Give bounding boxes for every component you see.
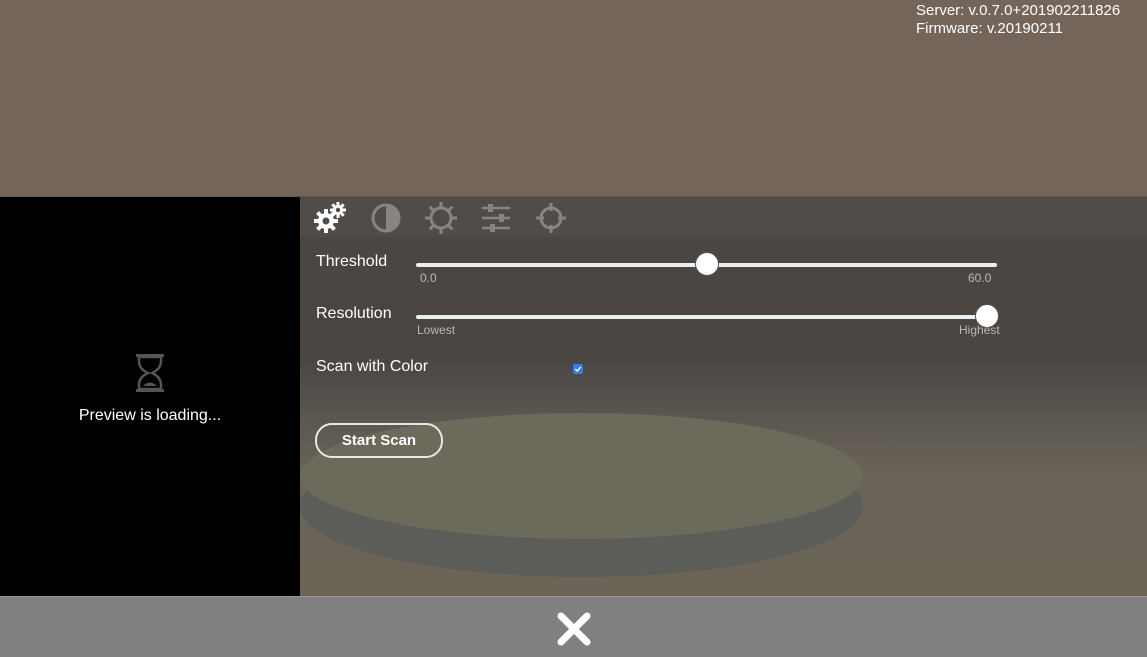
resolution-slider[interactable] <box>416 304 999 328</box>
scan-color-checkbox[interactable] <box>573 364 583 374</box>
threshold-label: Threshold <box>316 253 388 270</box>
firmware-version: Firmware: v.20190211 <box>916 20 1064 37</box>
close-icon[interactable] <box>556 611 592 647</box>
scan-color-label: Scan with Color <box>316 358 429 375</box>
resolution-label: Resolution <box>316 305 392 322</box>
scanner-panel: Preview is loading... Threshold 0.0 60.0… <box>0 196 1147 597</box>
hourglass-icon <box>136 354 164 392</box>
threshold-max-label: 60.0 <box>968 271 992 285</box>
settings-form: Threshold 0.0 60.0 Resolution Lowest Hig… <box>300 197 1147 597</box>
preview-loading-text: Preview is loading... <box>78 407 222 424</box>
resolution-min-label: Lowest <box>417 323 456 337</box>
threshold-min-label: 0.0 <box>420 271 437 285</box>
settings-pane: Threshold 0.0 60.0 Resolution Lowest Hig… <box>300 197 1147 597</box>
check-icon <box>574 366 582 373</box>
preview-pane: Preview is loading... <box>0 197 300 597</box>
threshold-slider-thumb[interactable] <box>694 252 719 276</box>
version-info: Server: v.0.7.0+201902211826 Firmware: v… <box>916 2 1120 38</box>
resolution-max-label: Highest <box>959 323 1000 337</box>
footer-bar <box>0 596 1147 657</box>
server-version: Server: v.0.7.0+201902211826 <box>916 2 1121 19</box>
start-scan-button[interactable]: Start Scan <box>315 423 443 458</box>
threshold-slider[interactable] <box>416 252 997 276</box>
